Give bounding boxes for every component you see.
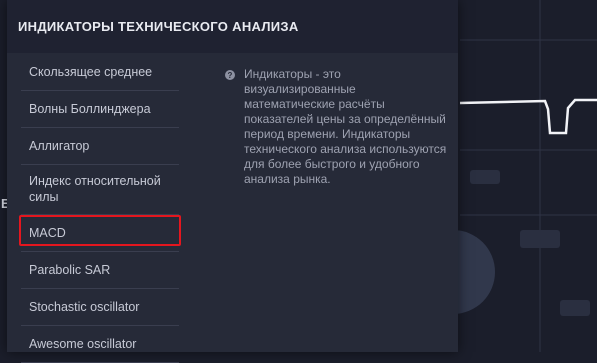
indicator-description: ? Индикаторы - это визуализированные мат… <box>225 67 447 187</box>
question-circle-icon: ? <box>225 70 235 80</box>
indicator-item-stochastic-oscillator[interactable]: Stochastic oscillator <box>21 289 179 326</box>
panel-title: ИНДИКАТОРЫ ТЕХНИЧЕСКОГО АНАЛИЗА <box>7 0 458 53</box>
indicator-list: Скользящее среднее Волны Боллинджера Алл… <box>19 54 181 363</box>
indicator-description-text: Индикаторы - это визуализированные матем… <box>244 67 447 186</box>
indicator-item-alligator[interactable]: Аллигатор <box>21 128 179 165</box>
indicator-item-moving-average[interactable]: Скользящее среднее <box>21 54 179 91</box>
indicator-item-awesome-oscillator[interactable]: Awesome oscillator <box>21 326 179 363</box>
indicator-item-macd[interactable]: MACD <box>19 215 181 252</box>
indicator-item-bollinger-bands[interactable]: Волны Боллинджера <box>21 91 179 128</box>
indicator-item-parabolic-sar[interactable]: Parabolic SAR <box>21 252 179 289</box>
technical-indicators-panel: ИНДИКАТОРЫ ТЕХНИЧЕСКОГО АНАЛИЗА Скользящ… <box>7 0 458 363</box>
indicator-item-rsi[interactable]: Индекс относительной силы <box>21 165 179 215</box>
